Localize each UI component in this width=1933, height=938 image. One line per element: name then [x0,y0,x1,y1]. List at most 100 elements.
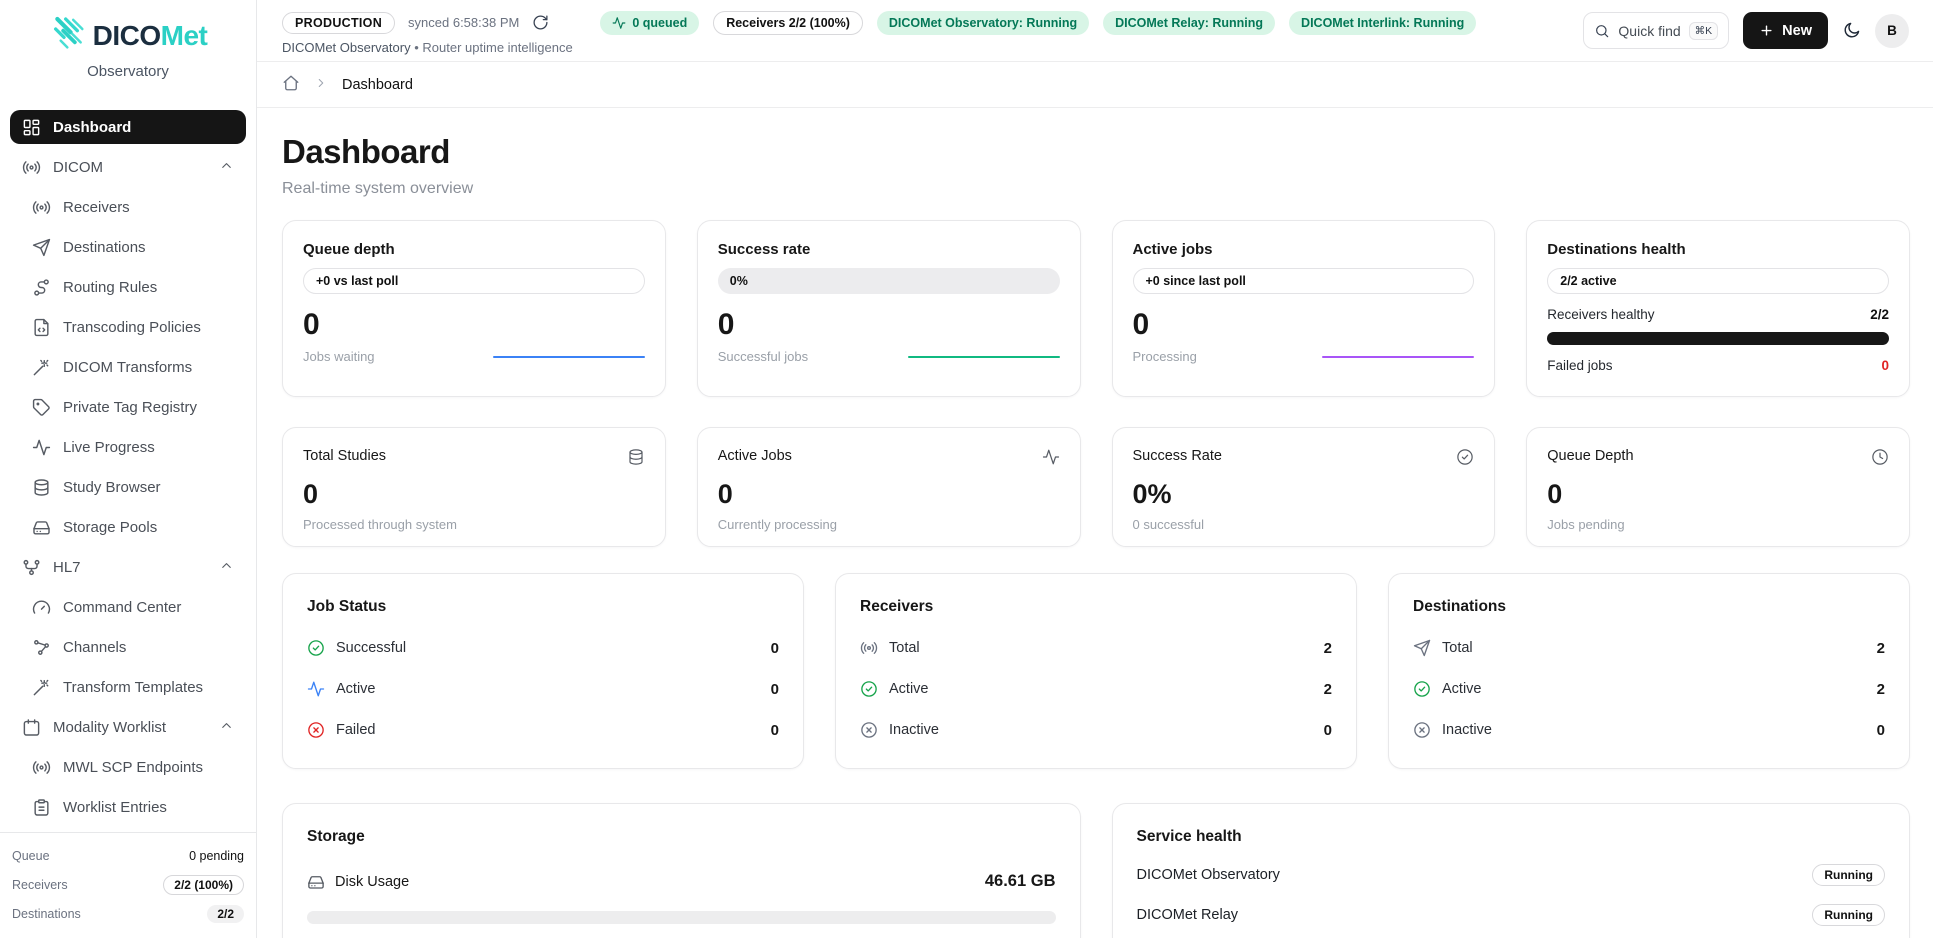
sidebar-item-dicom-transforms[interactable]: DICOM Transforms [10,350,246,384]
clipboard-icon [32,798,51,817]
sidebar-item-mwl-scp-endpoints[interactable]: MWL SCP Endpoints [10,750,246,784]
check-circle-icon [1413,680,1431,698]
sidebar-item-dashboard[interactable]: Dashboard [10,110,246,144]
sidebar: DICOMet Observatory Dashboard DICOM Rece… [0,0,257,938]
sidebar-item-storage-pools[interactable]: Storage Pools [10,510,246,544]
breadcrumb-current: Dashboard [342,77,413,93]
receivers-status-pill: 2/2 (100%) [163,875,244,895]
disk-usage-row: Disk Usage 46.61 GB [307,872,1056,891]
database-icon [627,448,645,469]
hard-drive-icon [307,873,325,891]
file-code-icon [32,318,51,337]
pulse-icon [612,16,626,30]
job-status-card: Job Status Successful 0 Active 0 Failed … [282,573,804,769]
brand-logo: DICOMet Observatory [0,0,256,94]
chevron-up-icon [219,558,234,577]
pulse-icon [307,680,325,698]
home-icon[interactable] [282,74,300,95]
brand-name: DICOMet [93,20,208,52]
storage-card: Storage Disk Usage 46.61 GB [282,803,1081,938]
queue-depth-stat-value: 0 [1547,481,1889,508]
interlink-running-badge: DICOMet Interlink: Running [1289,11,1476,35]
x-circle-icon [307,721,325,739]
sidebar-item-transcoding-policies[interactable]: Transcoding Policies [10,310,246,344]
sidebar-item-worklist-entries[interactable]: Worklist Entries [10,790,246,824]
sidebar-item-transform-templates[interactable]: Transform Templates [10,670,246,704]
sidebar-section-hl7[interactable]: HL7 [10,550,246,584]
sidebar-item-private-tag-registry[interactable]: Private Tag Registry [10,390,246,424]
theme-toggle-button[interactable] [1842,21,1861,40]
tag-icon [32,398,51,417]
brand-subtitle: Observatory [8,63,248,80]
status-row-queue: Queue 0 pending [12,841,244,870]
radio-icon [22,158,41,177]
database-icon [32,478,51,497]
success-rate-progress-pill: 0% [718,268,1060,294]
receivers-badge: Receivers 2/2 (100%) [713,11,863,35]
queue-pending-value: 0 pending [189,849,244,863]
topbar: PRODUCTION synced 6:58:38 PM 0 queued Re… [257,0,1933,62]
clock-icon [1871,448,1889,469]
environment-badge: PRODUCTION [282,12,395,34]
sidebar-item-channels[interactable]: Channels [10,630,246,664]
receivers-active-row: Active 2 [860,680,1332,698]
success-rate-stat-value: 0% [1133,481,1475,508]
sidebar-item-routing-rules[interactable]: Routing Rules [10,270,246,304]
queue-depth-value: 0 [303,310,645,340]
page-title: Dashboard [282,132,1910,172]
pulse-icon [32,438,51,457]
new-button[interactable]: New [1743,12,1828,49]
health-badge-group: 0 queued Receivers 2/2 (100%) DICOMet Ob… [600,11,1476,35]
status-row-receivers: Receivers 2/2 (100%) [12,870,244,899]
service-health-card: Service health DICOMet Observatory Runni… [1112,803,1911,938]
sidebar-status-panel: Queue 0 pending Receivers 2/2 (100%) Des… [0,832,256,938]
active-jobs-stat-card: Active Jobs 0 Currently processing [697,427,1081,547]
sidebar-section-modality-worklist[interactable]: Modality Worklist [10,710,246,744]
search-icon [1594,23,1610,39]
radio-icon [860,639,878,657]
relay-running-badge: DICOMet Relay: Running [1103,11,1275,35]
failed-jobs-value: 0 [1881,358,1889,373]
service-observatory-row: DICOMet Observatory Running [1137,864,1886,886]
sidebar-item-study-browser[interactable]: Study Browser [10,470,246,504]
quick-find-button[interactable]: Quick find ⌘K [1583,12,1729,49]
chevron-up-icon [219,718,234,737]
topbar-right: Quick find ⌘K New B [1583,12,1909,49]
moon-icon [1842,21,1861,40]
page-subtitle: Real-time system overview [282,180,1910,198]
sidebar-item-live-progress[interactable]: Live Progress [10,430,246,464]
user-avatar[interactable]: B [1875,14,1909,48]
success-rate-card: Success rate 0% 0 Successful jobs [697,220,1081,397]
check-circle-icon [307,639,325,657]
sidebar-item-destinations[interactable]: Destinations [10,230,246,264]
route-icon [32,278,51,297]
wand-icon [32,358,51,377]
dashboard-content: Dashboard Real-time system overview Queu… [257,108,1933,938]
list-card-row: Job Status Successful 0 Active 0 Failed … [282,573,1910,769]
job-status-failed-row: Failed 0 [307,721,779,739]
receivers-healthy-bar [1547,332,1889,345]
network-icon [22,558,41,577]
chevron-right-icon [314,76,328,93]
job-status-active-row: Active 0 [307,680,779,698]
receivers-card: Receivers Total 2 Active 2 Inactive 0 [835,573,1357,769]
dashboard-grid-icon [22,118,41,137]
app-root: DICOMet Observatory Dashboard DICOM Rece… [0,0,1933,938]
refresh-button[interactable] [532,14,549,31]
active-jobs-stat-value: 0 [718,481,1060,508]
refresh-icon [532,14,549,31]
kpi-card-row: Queue depth +0 vs last poll 0 Jobs waiti… [282,220,1910,397]
calendar-icon [22,718,41,737]
queue-depth-sparkline [493,356,645,358]
sidebar-item-command-center[interactable]: Command Center [10,590,246,624]
queue-depth-delta-pill: +0 vs last poll [303,268,645,294]
send-icon [32,238,51,257]
status-row-destinations: Destinations 2/2 [12,899,244,928]
pulse-icon [1042,448,1060,469]
relay-status-pill: Running [1812,904,1885,926]
disk-usage-bar [307,911,1056,924]
sidebar-item-receivers[interactable]: Receivers [10,190,246,224]
sidebar-section-dicom[interactable]: DICOM [10,150,246,184]
queue-depth-stat-card: Queue Depth 0 Jobs pending [1526,427,1910,547]
stat-card-row: Total Studies 0 Processed through system… [282,427,1910,547]
